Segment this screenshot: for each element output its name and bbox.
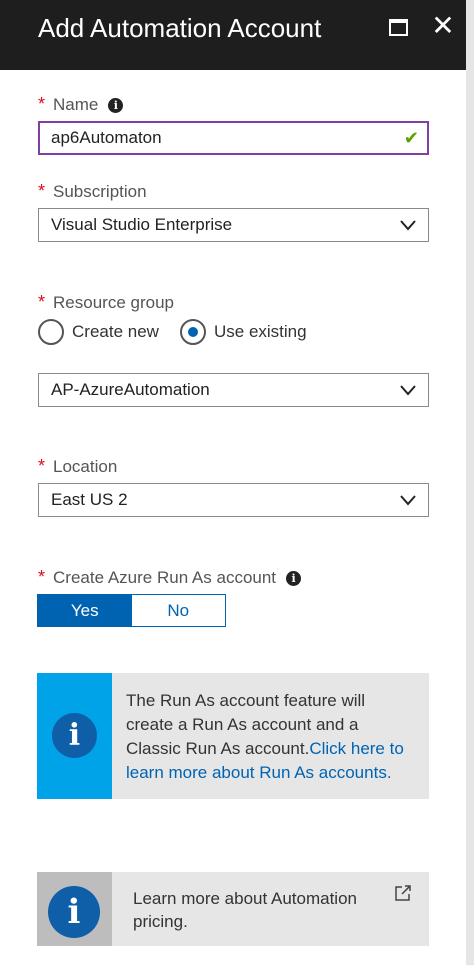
required-marker: *	[38, 94, 46, 114]
run-as-yes-button[interactable]: Yes	[38, 595, 132, 626]
maximize-icon[interactable]	[386, 16, 412, 40]
pricing-info-box[interactable]: i Learn more about Automation pricing.	[37, 872, 429, 946]
resource-group-label: * Resource group	[38, 292, 174, 312]
blade-header: Add Automation Account ✕	[0, 0, 466, 70]
subscription-label: * Subscription	[38, 181, 147, 201]
info-icon[interactable]: i	[108, 98, 124, 113]
chevron-down-icon	[400, 385, 416, 396]
run-as-no-button[interactable]: No	[131, 595, 225, 626]
subscription-dropdown[interactable]: Visual Studio Enterprise	[38, 208, 429, 242]
resource-group-dropdown[interactable]: AP-AzureAutomation	[38, 373, 429, 407]
close-icon[interactable]: ✕	[430, 12, 456, 40]
chevron-down-icon	[400, 495, 416, 506]
info-icon: i	[52, 713, 97, 758]
location-dropdown[interactable]: East US 2	[38, 483, 429, 517]
pricing-info-text: Learn more about Automation pricing.	[133, 889, 357, 931]
location-label: * Location	[38, 456, 118, 476]
radio-create-new[interactable]: Create new	[38, 318, 159, 346]
run-as-toggle: Yes No	[37, 594, 226, 627]
blade-title: Add Automation Account	[38, 13, 322, 43]
info-icon[interactable]: i	[286, 571, 302, 586]
chevron-down-icon	[400, 220, 416, 231]
run-as-info-box: i The Run As account feature will create…	[37, 673, 429, 799]
check-icon: ✔	[403, 128, 419, 148]
info-icon: i	[48, 886, 100, 938]
run-as-label: * Create Azure Run As account i	[38, 567, 302, 588]
scrollbar[interactable]	[466, 0, 474, 965]
radio-use-existing[interactable]: Use existing	[180, 318, 307, 346]
run-as-info-text: The Run As account feature will create a…	[126, 691, 404, 782]
external-link-icon[interactable]	[394, 884, 412, 902]
name-label: * Name i	[38, 94, 124, 115]
name-input[interactable]: ap6Automaton ✔	[38, 121, 429, 155]
